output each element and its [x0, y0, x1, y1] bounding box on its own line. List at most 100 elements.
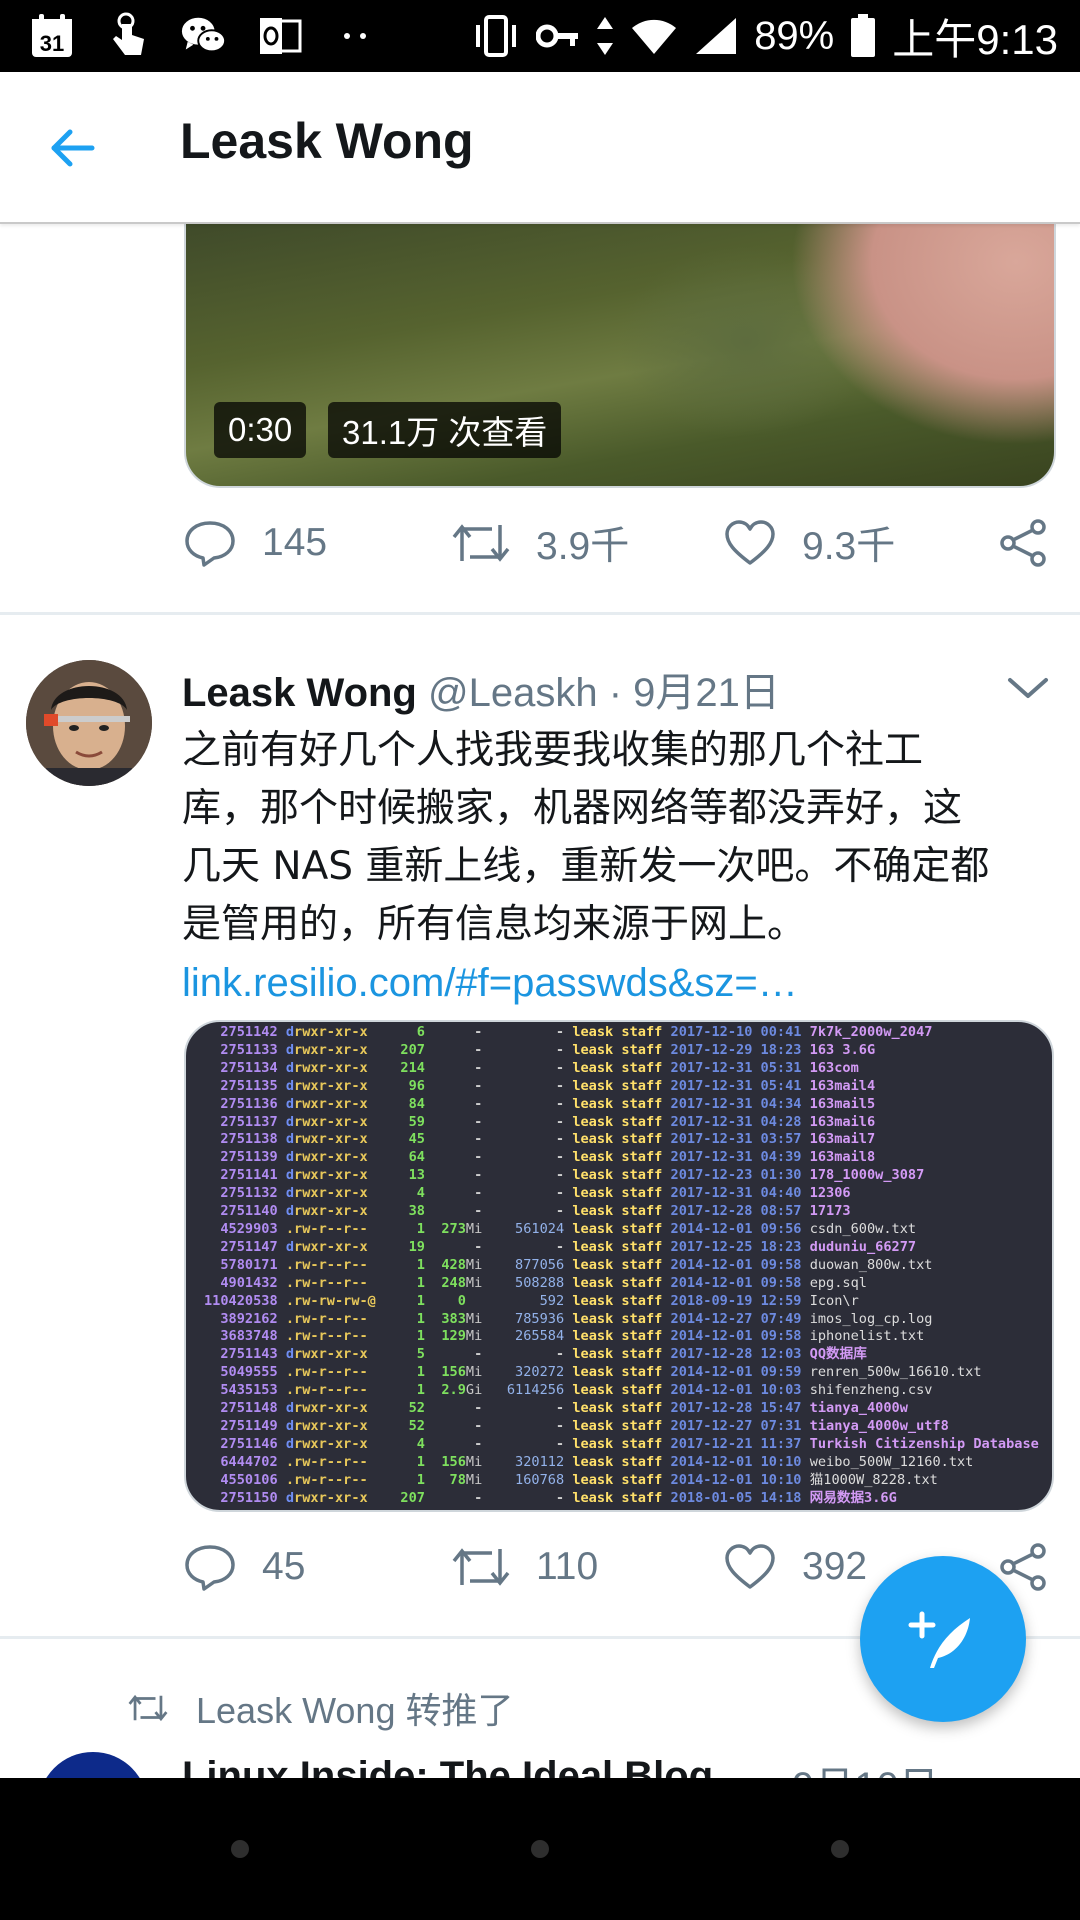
row-date: 2014-12-01 09:56	[670, 1220, 810, 1237]
row-perm: .rw-r--r--	[285, 1364, 376, 1381]
row-size-unit	[466, 1293, 482, 1309]
retweet-button[interactable]: 3.9千	[452, 508, 629, 578]
back-button[interactable]	[40, 116, 104, 180]
reply-button[interactable]: 45	[184, 1532, 305, 1602]
row-filename: 163mail4	[809, 1077, 876, 1094]
tweet-link[interactable]: link.resilio.com/#f=passwds&sz=…	[182, 954, 1052, 1012]
row-size: 78	[433, 1471, 466, 1488]
row-perm: rwxr-xr-x	[294, 1113, 376, 1130]
row-filename: duowan_800w.txt	[809, 1256, 933, 1273]
row-links: 96	[375, 1077, 434, 1094]
retweet-context[interactable]: Leask Wong 转推了	[128, 1682, 513, 1734]
row-inode: 3683748	[204, 1328, 286, 1345]
row-size: - -	[433, 1346, 573, 1363]
row-links: 1	[375, 1292, 434, 1309]
row-date: 2017-12-31 05:31	[670, 1059, 810, 1076]
row-size: - -	[433, 1203, 573, 1220]
row-perm-type: d	[285, 1400, 295, 1417]
row-owner: leask staff	[572, 1185, 671, 1202]
row-size: 383	[433, 1310, 466, 1327]
row-links: 1	[375, 1382, 434, 1399]
clock: 上午9:13	[892, 15, 1058, 63]
like-count: 392	[802, 1545, 868, 1588]
row-filename: iphonelist.txt	[809, 1328, 925, 1345]
row-links: 6	[375, 1024, 434, 1040]
avatar[interactable]	[26, 660, 152, 786]
terminal-row: 110420538 .rw-rw-rw-@ 1 0 592 leask staf…	[204, 1293, 1039, 1311]
avatar[interactable]	[38, 1752, 148, 1778]
row-owner: leask staff	[572, 1346, 671, 1363]
tweet-date[interactable]: 9月10日	[792, 1754, 939, 1778]
outlook-icon	[256, 12, 304, 60]
row-owner: leask staff	[572, 1435, 671, 1452]
row-inode: 2751149	[204, 1417, 286, 1434]
terminal-row: 2751135 drwxr-xr-x 96 - - leask staff 20…	[204, 1078, 1039, 1096]
row-perm-type: d	[285, 1203, 295, 1220]
row-links: 1	[375, 1364, 434, 1381]
terminal-row: 4529903 .rw-r--r-- 1 273Mi 561024 leask …	[204, 1221, 1039, 1239]
author-name[interactable]: Leask Wong	[182, 671, 417, 715]
notification-icons: 31	[28, 12, 380, 60]
row-size: 248	[433, 1274, 466, 1291]
row-size-unit: Mi	[465, 1310, 483, 1327]
row-inode: 2751150	[204, 1489, 286, 1506]
share-button[interactable]	[998, 508, 1048, 578]
compose-tweet-button[interactable]	[860, 1556, 1026, 1722]
row-filename: Turkish Citizenship Database	[809, 1435, 1039, 1452]
row-date: 2014-12-01 09:58	[670, 1274, 810, 1291]
row-date: 2018-09-19 12:59	[670, 1292, 810, 1309]
row-links: 1	[375, 1328, 434, 1345]
nav-recents-button[interactable]	[831, 1840, 849, 1858]
reply-button[interactable]: 145	[184, 508, 327, 578]
row-owner: leask staff	[572, 1220, 671, 1237]
row-links: 45	[375, 1131, 434, 1148]
row-perm-type: d	[285, 1077, 295, 1094]
tweet-date[interactable]: 9月21日	[633, 671, 780, 715]
row-perm: .rw-r--r--	[285, 1274, 376, 1291]
row-owner: leask staff	[572, 1364, 671, 1381]
next-tweet-peek[interactable]: Linux Inside: The Ideal Blog 9月10日	[0, 1748, 1080, 1778]
nav-back-button[interactable]	[231, 1840, 249, 1858]
row-filename: renren_500w_16610.txt	[809, 1364, 982, 1381]
row-owner: leask staff	[572, 1328, 671, 1345]
row-size: - -	[433, 1238, 573, 1255]
tweet-menu-button[interactable]	[1004, 668, 1052, 708]
row-perm: .rw-r--r--	[285, 1256, 376, 1273]
row-date: 2017-12-28 15:47	[670, 1400, 810, 1417]
tweet2-image[interactable]: 2751142 drwxr-xr-x 6 - - leask staff 201…	[184, 1020, 1054, 1512]
row-inode: 2751148	[204, 1400, 286, 1417]
row-owner: leask staff	[572, 1041, 671, 1058]
row-owner: leask staff	[572, 1167, 671, 1184]
author-name[interactable]: Linux Inside: The Ideal Blog	[182, 1754, 713, 1778]
row-perm: .rw-r--r--	[285, 1471, 376, 1488]
row-date: 2017-12-28 08:57	[670, 1203, 810, 1220]
row-date: 2017-12-31 04:28	[670, 1113, 810, 1130]
row-size: - -	[433, 1095, 573, 1112]
row-bytes: 6114256	[482, 1382, 573, 1399]
tweet1-video[interactable]: 0:30 31.1万 次查看	[184, 222, 1056, 488]
row-links: 1	[375, 1453, 434, 1470]
retweet-context-label: Leask Wong 转推了	[196, 1690, 514, 1731]
row-inode: 4901432	[204, 1274, 286, 1291]
like-button[interactable]: 9.3千	[724, 508, 895, 578]
row-filename: 12306	[809, 1185, 851, 1202]
row-inode: 4550106	[204, 1471, 286, 1488]
row-links: 52	[375, 1400, 434, 1417]
row-size: 129	[433, 1328, 466, 1345]
row-inode: 2751132	[204, 1185, 286, 1202]
row-perm-type: d	[285, 1095, 295, 1112]
row-size: - -	[433, 1059, 573, 1076]
row-size: - -	[433, 1417, 573, 1434]
system-indicators: 89% 上午9:13	[472, 10, 1058, 63]
retweet-button[interactable]: 110	[452, 1532, 598, 1602]
row-size: - -	[433, 1131, 573, 1148]
author-handle[interactable]: @Leaskh	[428, 671, 598, 715]
row-perm: rwxr-xr-x	[294, 1077, 376, 1094]
row-size: - -	[433, 1489, 573, 1506]
terminal-row: 2751148 drwxr-xr-x 52 - - leask staff 20…	[204, 1400, 1039, 1418]
row-perm: rwxr-xr-x	[294, 1203, 376, 1220]
row-perm: rwxr-xr-x	[294, 1095, 376, 1112]
like-button[interactable]: 392	[724, 1532, 867, 1602]
nav-home-button[interactable]	[531, 1840, 549, 1858]
row-inode: 2751139	[204, 1149, 286, 1166]
